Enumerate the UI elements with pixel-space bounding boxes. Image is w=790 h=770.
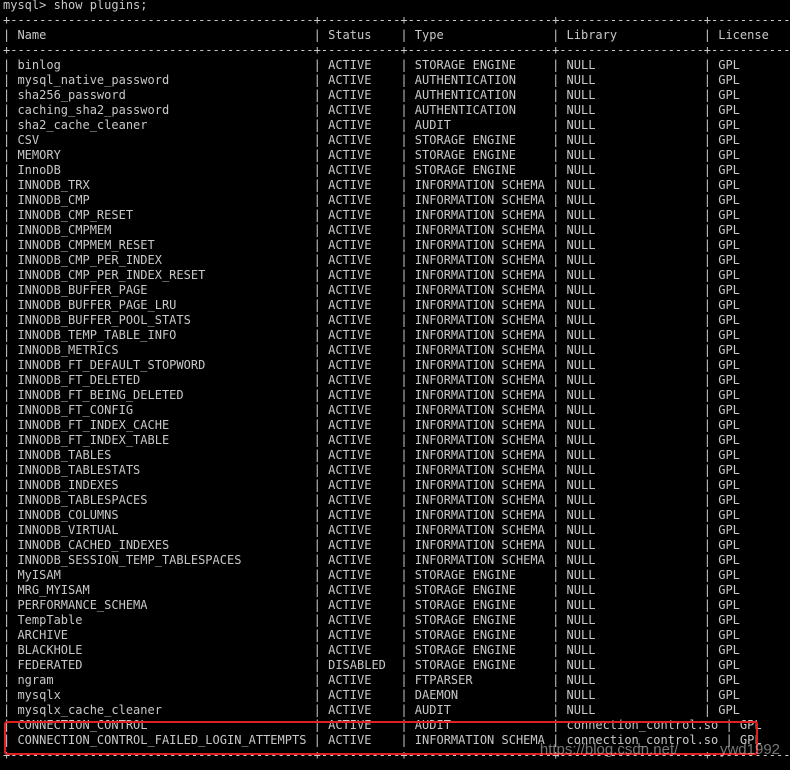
table-row: | INNODB_SESSION_TEMP_TABLESPACES | ACTI… xyxy=(3,553,790,567)
table-row: | INNODB_CMP_RESET | ACTIVE | INFORMATIO… xyxy=(3,208,790,222)
table-row: | CSV | ACTIVE | STORAGE ENGINE | NULL |… xyxy=(3,133,790,147)
table-row: | INNODB_TRX | ACTIVE | INFORMATION SCHE… xyxy=(3,178,790,192)
table-row: | sha2_cache_cleaner | ACTIVE | AUDIT | … xyxy=(3,118,790,132)
table-row: | INNODB_CACHED_INDEXES | ACTIVE | INFOR… xyxy=(3,538,790,552)
table-row: | INNODB_CMP_PER_INDEX | ACTIVE | INFORM… xyxy=(3,253,790,267)
table-row: | INNODB_BUFFER_POOL_STATS | ACTIVE | IN… xyxy=(3,313,790,327)
table-row: | INNODB_FT_DELETED | ACTIVE | INFORMATI… xyxy=(3,373,790,387)
command-line: mysql> show plugins; xyxy=(3,0,790,13)
table-row: | ngram | ACTIVE | FTPARSER | NULL | GPL… xyxy=(3,673,790,687)
table-row: | INNODB_CMPMEM | ACTIVE | INFORMATION S… xyxy=(3,223,790,237)
table-row: | INNODB_COLUMNS | ACTIVE | INFORMATION … xyxy=(3,508,790,522)
table-row: | MEMORY | ACTIVE | STORAGE ENGINE | NUL… xyxy=(3,148,790,162)
table-row: | caching_sha2_password | ACTIVE | AUTHE… xyxy=(3,103,790,117)
table-row: | INNODB_TABLESTATS | ACTIVE | INFORMATI… xyxy=(3,463,790,477)
table-row: | binlog | ACTIVE | STORAGE ENGINE | NUL… xyxy=(3,58,790,72)
table-row: | INNODB_VIRTUAL | ACTIVE | INFORMATION … xyxy=(3,523,790,537)
table-row: | sha256_password | ACTIVE | AUTHENTICAT… xyxy=(3,88,790,102)
table-border: +---------------------------------------… xyxy=(3,13,790,27)
table-row: | INNODB_FT_INDEX_CACHE | ACTIVE | INFOR… xyxy=(3,418,790,432)
table-border: +---------------------------------------… xyxy=(3,43,790,57)
table-row: | INNODB_FT_INDEX_TABLE | ACTIVE | INFOR… xyxy=(3,433,790,447)
table-row: | INNODB_FT_BEING_DELETED | ACTIVE | INF… xyxy=(3,388,790,402)
table-row: | ARCHIVE | ACTIVE | STORAGE ENGINE | NU… xyxy=(3,628,790,642)
mysql-prompt: mysql> xyxy=(3,0,54,12)
table-row: | FEDERATED | DISABLED | STORAGE ENGINE … xyxy=(3,658,790,672)
table-row: | mysqlx_cache_cleaner | ACTIVE | AUDIT … xyxy=(3,703,790,717)
table-row: | MRG_MYISAM | ACTIVE | STORAGE ENGINE |… xyxy=(3,583,790,597)
table-row: | INNODB_BUFFER_PAGE_LRU | ACTIVE | INFO… xyxy=(3,298,790,312)
table-row: | TempTable | ACTIVE | STORAGE ENGINE | … xyxy=(3,613,790,627)
table-row: | BLACKHOLE | ACTIVE | STORAGE ENGINE | … xyxy=(3,643,790,657)
table-row: | INNODB_TABLES | ACTIVE | INFORMATION S… xyxy=(3,448,790,462)
terminal-output: mysql> show plugins; +-------------------… xyxy=(3,0,790,763)
table-row: | INNODB_INDEXES | ACTIVE | INFORMATION … xyxy=(3,478,790,492)
table-row: | INNODB_CMP_PER_INDEX_RESET | ACTIVE | … xyxy=(3,268,790,282)
table-row: | mysql_native_password | ACTIVE | AUTHE… xyxy=(3,73,790,87)
table-row: | MyISAM | ACTIVE | STORAGE ENGINE | NUL… xyxy=(3,568,790,582)
table-row: | INNODB_BUFFER_PAGE | ACTIVE | INFORMAT… xyxy=(3,283,790,297)
table-row: | INNODB_FT_DEFAULT_STOPWORD | ACTIVE | … xyxy=(3,358,790,372)
table-row: | InnoDB | ACTIVE | STORAGE ENGINE | NUL… xyxy=(3,163,790,177)
table-row: | mysqlx | ACTIVE | DAEMON | NULL | GPL … xyxy=(3,688,790,702)
command-text: show plugins; xyxy=(53,0,148,12)
table-row: | PERFORMANCE_SCHEMA | ACTIVE | STORAGE … xyxy=(3,598,790,612)
table-row: | INNODB_CMP | ACTIVE | INFORMATION SCHE… xyxy=(3,193,790,207)
watermark: https://blog.csdn.net/ ywd1992 xyxy=(539,741,780,758)
table-row: | INNODB_FT_CONFIG | ACTIVE | INFORMATIO… xyxy=(3,403,790,417)
table-row: | INNODB_METRICS | ACTIVE | INFORMATION … xyxy=(3,343,790,357)
table-row: | INNODB_TEMP_TABLE_INFO | ACTIVE | INFO… xyxy=(3,328,790,342)
table-header-row: | Name | Status | Type | Library | Licen… xyxy=(3,28,790,42)
table-row: | INNODB_TABLESPACES | ACTIVE | INFORMAT… xyxy=(3,493,790,507)
table-row: | INNODB_CMPMEM_RESET | ACTIVE | INFORMA… xyxy=(3,238,790,252)
